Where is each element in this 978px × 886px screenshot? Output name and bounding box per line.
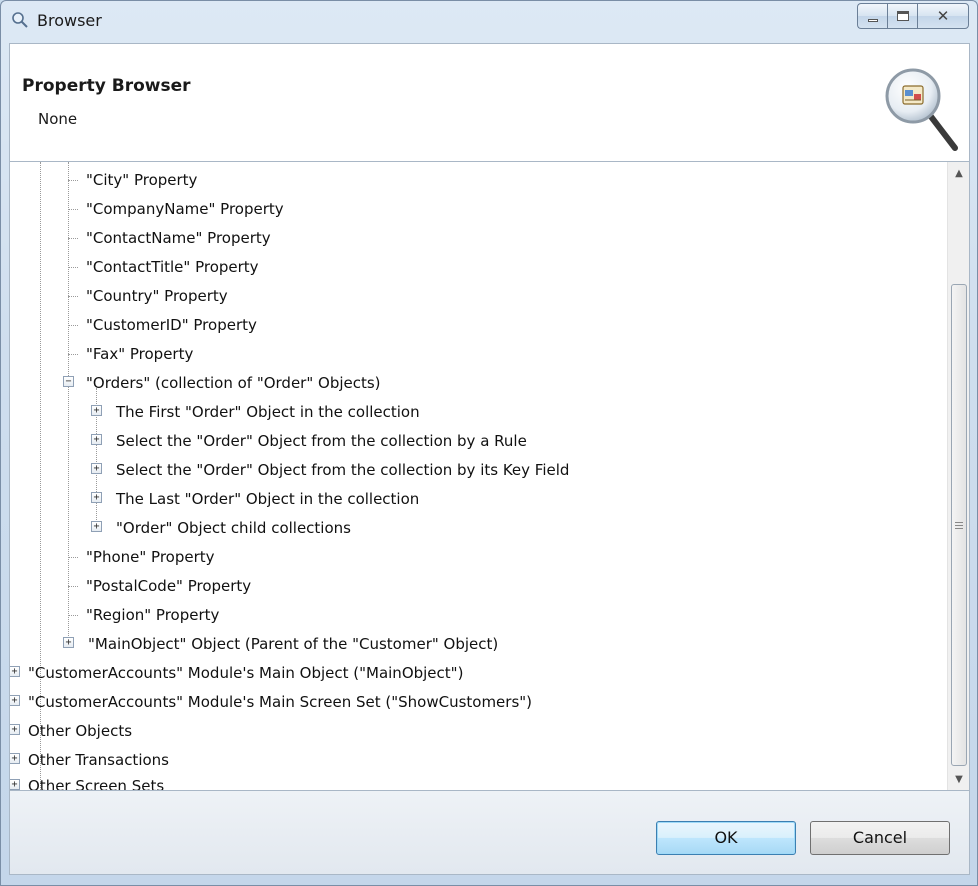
- tree-item[interactable]: "Phone" Property: [86, 543, 215, 572]
- tree-item[interactable]: The First "Order" Object in the collecti…: [116, 398, 420, 427]
- tree-item[interactable]: "CompanyName" Property: [86, 195, 284, 224]
- tree-item[interactable]: "CustomerAccounts" Module's Main Screen …: [28, 688, 532, 717]
- vertical-scrollbar[interactable]: ▲ ▼: [947, 162, 969, 790]
- minimize-icon: [867, 18, 878, 22]
- window-title: Browser: [37, 11, 102, 30]
- tree-item[interactable]: "Order" Object child collections: [116, 514, 351, 543]
- cancel-button[interactable]: Cancel: [810, 821, 950, 855]
- tree-connector: [68, 615, 78, 616]
- header-panel: Property Browser None: [9, 43, 970, 161]
- tree-item[interactable]: "CustomerAccounts" Module's Main Object …: [28, 659, 463, 688]
- expand-toggle[interactable]: +: [63, 637, 74, 648]
- selected-property-value: None: [38, 110, 78, 128]
- tree-item[interactable]: "Fax" Property: [86, 340, 193, 369]
- maximize-icon: [896, 11, 909, 21]
- tree-connector: [68, 296, 78, 297]
- expand-toggle[interactable]: +: [10, 666, 20, 677]
- tree-connector: [68, 325, 78, 326]
- expand-toggle[interactable]: +: [91, 492, 102, 503]
- tree-item[interactable]: Other Objects: [28, 717, 132, 746]
- tree-connector: [68, 586, 78, 587]
- tree-connector: [68, 180, 78, 181]
- property-tree[interactable]: "City" Property "CompanyName" Property "…: [9, 161, 970, 791]
- tree-item[interactable]: "ContactName" Property: [86, 224, 271, 253]
- expand-toggle[interactable]: +: [10, 753, 20, 764]
- arrow-up-icon: ▲: [955, 167, 963, 179]
- window-controls: ✕: [857, 3, 969, 29]
- tree-connector: [68, 557, 78, 558]
- tree-item[interactable]: "MainObject" Object (Parent of the "Cust…: [88, 630, 498, 659]
- tree-item[interactable]: Select the "Order" Object from the colle…: [116, 427, 527, 456]
- expand-toggle[interactable]: +: [10, 779, 20, 790]
- tree-item-orders[interactable]: "Orders" (collection of "Order" Objects): [86, 369, 381, 398]
- grip-icon: [955, 521, 963, 529]
- expand-toggle[interactable]: +: [91, 434, 102, 445]
- ok-button[interactable]: OK: [656, 821, 796, 855]
- tree-connector: [68, 267, 78, 268]
- expand-toggle[interactable]: +: [91, 405, 102, 416]
- scroll-up-button[interactable]: ▲: [948, 162, 969, 184]
- expand-toggle[interactable]: +: [10, 724, 20, 735]
- tree-item[interactable]: "City" Property: [86, 166, 197, 195]
- search-icon: [12, 12, 28, 28]
- tree-item[interactable]: "Region" Property: [86, 601, 219, 630]
- close-button[interactable]: ✕: [917, 3, 969, 29]
- tree-item[interactable]: "PostalCode" Property: [86, 572, 251, 601]
- tree-guide-line: [68, 162, 69, 640]
- scroll-thumb[interactable]: [951, 284, 967, 766]
- tree-item[interactable]: "CustomerID" Property: [86, 311, 257, 340]
- expand-toggle[interactable]: +: [10, 695, 20, 706]
- close-icon: ✕: [936, 7, 950, 25]
- collapse-toggle[interactable]: −: [63, 376, 74, 387]
- arrow-down-icon: ▼: [955, 773, 963, 785]
- browser-window: Browser ✕ Property Browser None "City" P…: [0, 0, 978, 886]
- expand-toggle[interactable]: +: [91, 463, 102, 474]
- tree-item[interactable]: The Last "Order" Object in the collectio…: [116, 485, 419, 514]
- tree-item[interactable]: Other Screen Sets: [28, 772, 164, 790]
- minimize-button[interactable]: [857, 3, 887, 29]
- scroll-down-button[interactable]: ▼: [948, 768, 969, 790]
- title-bar[interactable]: Browser ✕: [1, 1, 977, 41]
- tree-connector: [68, 209, 78, 210]
- maximize-button[interactable]: [887, 3, 917, 29]
- expand-toggle[interactable]: +: [91, 521, 102, 532]
- dialog-footer: OK Cancel: [9, 791, 970, 875]
- magnifier-icon: [885, 68, 958, 151]
- tree-item[interactable]: Other Transactions: [28, 746, 169, 775]
- tree-item[interactable]: Select the "Order" Object from the colle…: [116, 456, 569, 485]
- tree-item[interactable]: "Country" Property: [86, 282, 228, 311]
- tree-connector: [68, 238, 78, 239]
- tree-connector: [68, 354, 78, 355]
- panel-title: Property Browser: [22, 76, 191, 96]
- tree-item[interactable]: "ContactTitle" Property: [86, 253, 259, 282]
